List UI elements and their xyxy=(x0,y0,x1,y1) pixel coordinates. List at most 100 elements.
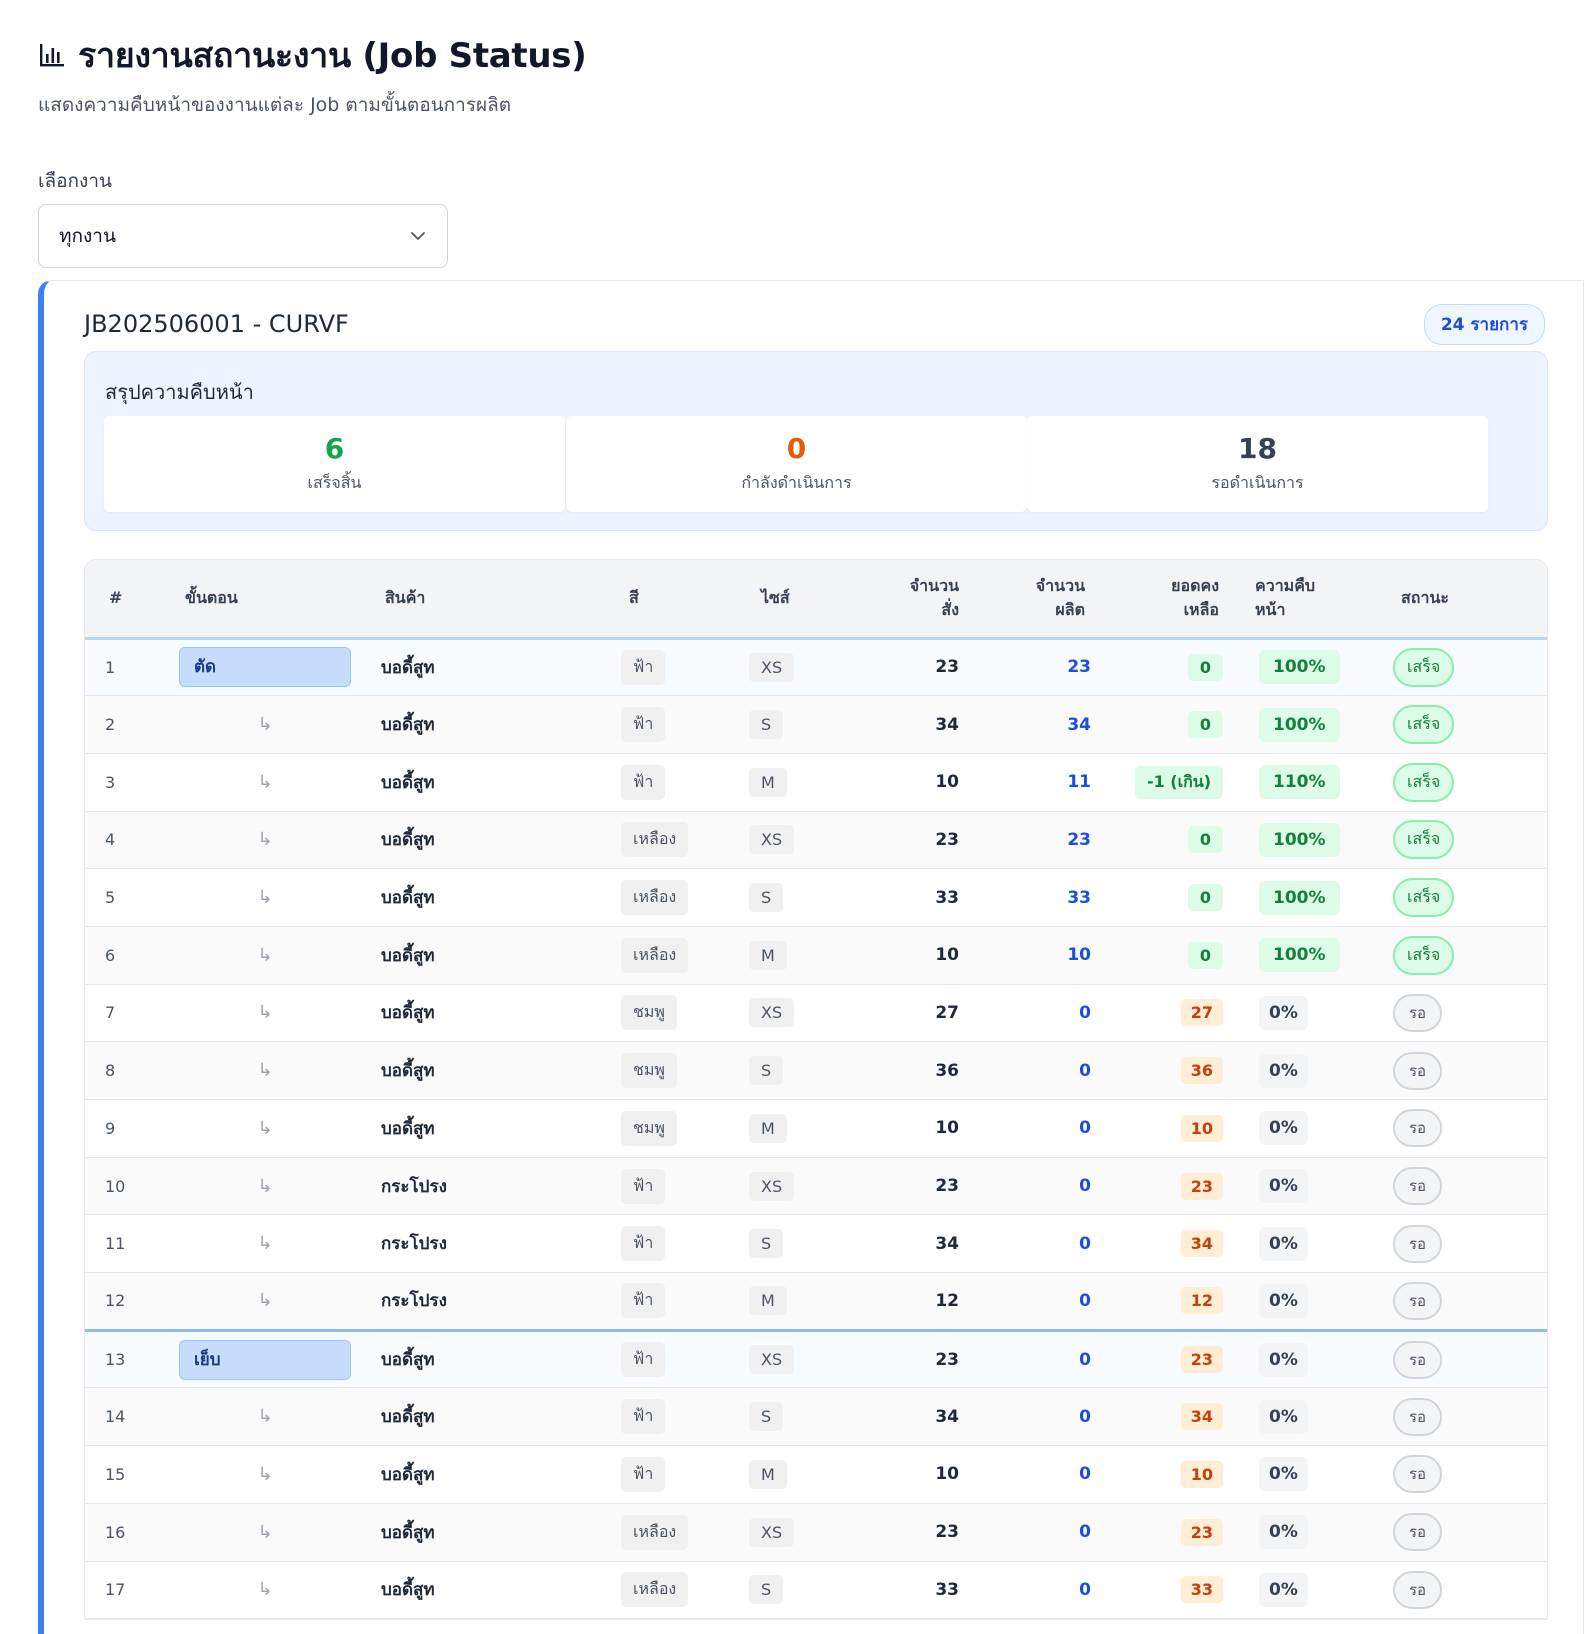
step-cell: ตัด xyxy=(165,638,365,696)
produced-qty-cell: 0 xyxy=(1079,1176,1091,1197)
step-cell: ↳ xyxy=(165,696,365,754)
continuation-arrow-icon: ↳ xyxy=(257,1290,273,1312)
continuation-arrow-icon: ↳ xyxy=(257,1521,273,1543)
table-row: 4 ↳ บอดี้สูท เหลือง XS 23 23 0 100% เสร็จ xyxy=(85,811,1547,869)
progress-badge: 100% xyxy=(1259,938,1340,973)
status-badge: เสร็จ xyxy=(1393,935,1455,975)
produced-qty-cell: 0 xyxy=(1079,1118,1091,1139)
status-cell: รอ xyxy=(1367,984,1547,1042)
row-number: 12 xyxy=(105,1291,126,1311)
order-qty-cell: 10 xyxy=(935,1118,959,1139)
produced-qty-cell: 0 xyxy=(1079,1349,1091,1370)
table-row: 16 ↳ บอดี้สูท เหลือง XS 23 0 23 0% รอ xyxy=(85,1503,1547,1561)
col-progress-line2: หน้า xyxy=(1255,600,1286,620)
table-row: 1 ตัด บอดี้สูท ฟ้า XS 23 23 0 100% เสร็จ xyxy=(85,638,1547,696)
status-badge: รอ xyxy=(1393,1051,1443,1090)
step-cell: ↳ xyxy=(165,984,365,1042)
step-cell: เย็บ xyxy=(165,1330,365,1388)
produced-qty-cell: 0 xyxy=(1079,1002,1091,1023)
product-cell: บอดี้สูท xyxy=(381,1003,435,1024)
row-number: 9 xyxy=(105,1118,116,1138)
size-chip: XS xyxy=(749,1345,795,1375)
progress-badge: 0% xyxy=(1259,1226,1308,1261)
col-order-qty-line2: สั่ง xyxy=(941,600,959,620)
remain-badge: 0 xyxy=(1187,884,1223,912)
color-chip: ฟ้า xyxy=(621,1226,666,1262)
status-badge: เสร็จ xyxy=(1393,762,1455,802)
continuation-arrow-icon: ↳ xyxy=(257,771,273,793)
color-cell: เหลือง xyxy=(615,926,741,984)
status-cell: รอ xyxy=(1367,1157,1547,1215)
order-qty-cell: 23 xyxy=(935,1522,959,1543)
col-progress-line1: ความคืบ xyxy=(1255,576,1316,596)
size-cell: XS xyxy=(741,638,853,696)
color-cell: ฟ้า xyxy=(615,696,741,754)
status-cell: เสร็จ xyxy=(1367,696,1547,754)
product-cell: บอดี้สูท xyxy=(381,1350,435,1371)
status-badge: รอ xyxy=(1393,1167,1443,1206)
col-order-qty-line1: จำนวน xyxy=(909,576,959,596)
size-cell: M xyxy=(741,1100,853,1158)
remain-badge: 0 xyxy=(1187,711,1223,739)
status-cell: รอ xyxy=(1367,1561,1547,1619)
size-cell: XS xyxy=(741,1330,853,1388)
order-qty-cell: 23 xyxy=(935,657,959,678)
order-qty-cell: 34 xyxy=(935,1406,959,1427)
remain-cell: 0 xyxy=(1105,926,1241,984)
status-badge: รอ xyxy=(1393,1570,1443,1609)
remain-badge: 23 xyxy=(1180,1518,1223,1546)
step-cell: ↳ xyxy=(165,1446,365,1504)
product-cell: บอดี้สูท xyxy=(381,888,435,909)
color-chip: ฟ้า xyxy=(621,1399,666,1435)
remain-badge: -1 (เกิน) xyxy=(1134,765,1223,799)
progress-cell: 0% xyxy=(1241,1388,1367,1446)
continuation-arrow-icon: ↳ xyxy=(257,1406,273,1428)
remain-cell: 27 xyxy=(1105,984,1241,1042)
step-cell: ↳ xyxy=(165,1388,365,1446)
col-produced-line1: จำนวน xyxy=(1035,576,1085,596)
job-title: JB202506001 - CURVF xyxy=(84,310,349,338)
progress-cell: 0% xyxy=(1241,1273,1367,1331)
product-cell: บอดี้สูท xyxy=(381,1580,435,1601)
status-cell: เสร็จ xyxy=(1367,869,1547,927)
size-cell: M xyxy=(741,753,853,811)
progress-summary: สรุปความคืบหน้า 6 เสร็จสิ้น 0 กำลังดำเนิ… xyxy=(84,351,1548,531)
color-cell: ฟ้า xyxy=(615,753,741,811)
color-chip: เหลือง xyxy=(621,1572,689,1608)
produced-qty-cell: 0 xyxy=(1079,1464,1091,1485)
col-progress: ความคืบหน้า xyxy=(1241,560,1367,638)
progress-cell: 100% xyxy=(1241,811,1367,869)
produced-qty-cell: 11 xyxy=(1067,772,1091,793)
color-cell: ฟ้า xyxy=(615,1273,741,1331)
continuation-arrow-icon: ↳ xyxy=(257,1002,273,1024)
col-remain-line2: เหลือ xyxy=(1183,600,1219,620)
remain-badge: 34 xyxy=(1180,1403,1223,1431)
color-cell: เหลือง xyxy=(615,811,741,869)
product-cell: บอดี้สูท xyxy=(381,715,435,736)
table-row: 6 ↳ บอดี้สูท เหลือง M 10 10 0 100% เสร็จ xyxy=(85,926,1547,985)
color-cell: ชมพู xyxy=(615,1100,741,1158)
step-chip: ตัด xyxy=(179,647,351,688)
size-cell: S xyxy=(741,696,853,754)
size-cell: S xyxy=(741,1561,853,1619)
size-cell: M xyxy=(741,926,853,984)
remain-cell: 34 xyxy=(1105,1215,1241,1273)
progress-badge: 0% xyxy=(1259,995,1308,1030)
remain-cell: 23 xyxy=(1105,1503,1241,1561)
step-cell: ↳ xyxy=(165,753,365,811)
size-cell: S xyxy=(741,1388,853,1446)
table-row: 8 ↳ บอดี้สูท ชมพู S 36 0 36 0% รอ xyxy=(85,1041,1547,1100)
status-cell: รอ xyxy=(1367,1100,1547,1158)
row-number: 13 xyxy=(105,1350,126,1370)
color-chip: เหลือง xyxy=(621,937,689,973)
table-row: 10 ↳ กระโปรง ฟ้า XS 23 0 23 0% รอ xyxy=(85,1157,1547,1215)
progress-cell: 0% xyxy=(1241,1330,1367,1388)
status-badge: รอ xyxy=(1393,1455,1443,1494)
produced-qty-cell: 23 xyxy=(1067,829,1091,850)
size-chip: M xyxy=(749,1459,787,1489)
job-select[interactable]: ทุกงาน xyxy=(38,204,448,268)
row-number: 8 xyxy=(105,1061,116,1081)
product-cell: บอดี้สูท xyxy=(381,1464,435,1485)
continuation-arrow-icon: ↳ xyxy=(257,1579,273,1601)
row-number: 5 xyxy=(105,888,116,908)
